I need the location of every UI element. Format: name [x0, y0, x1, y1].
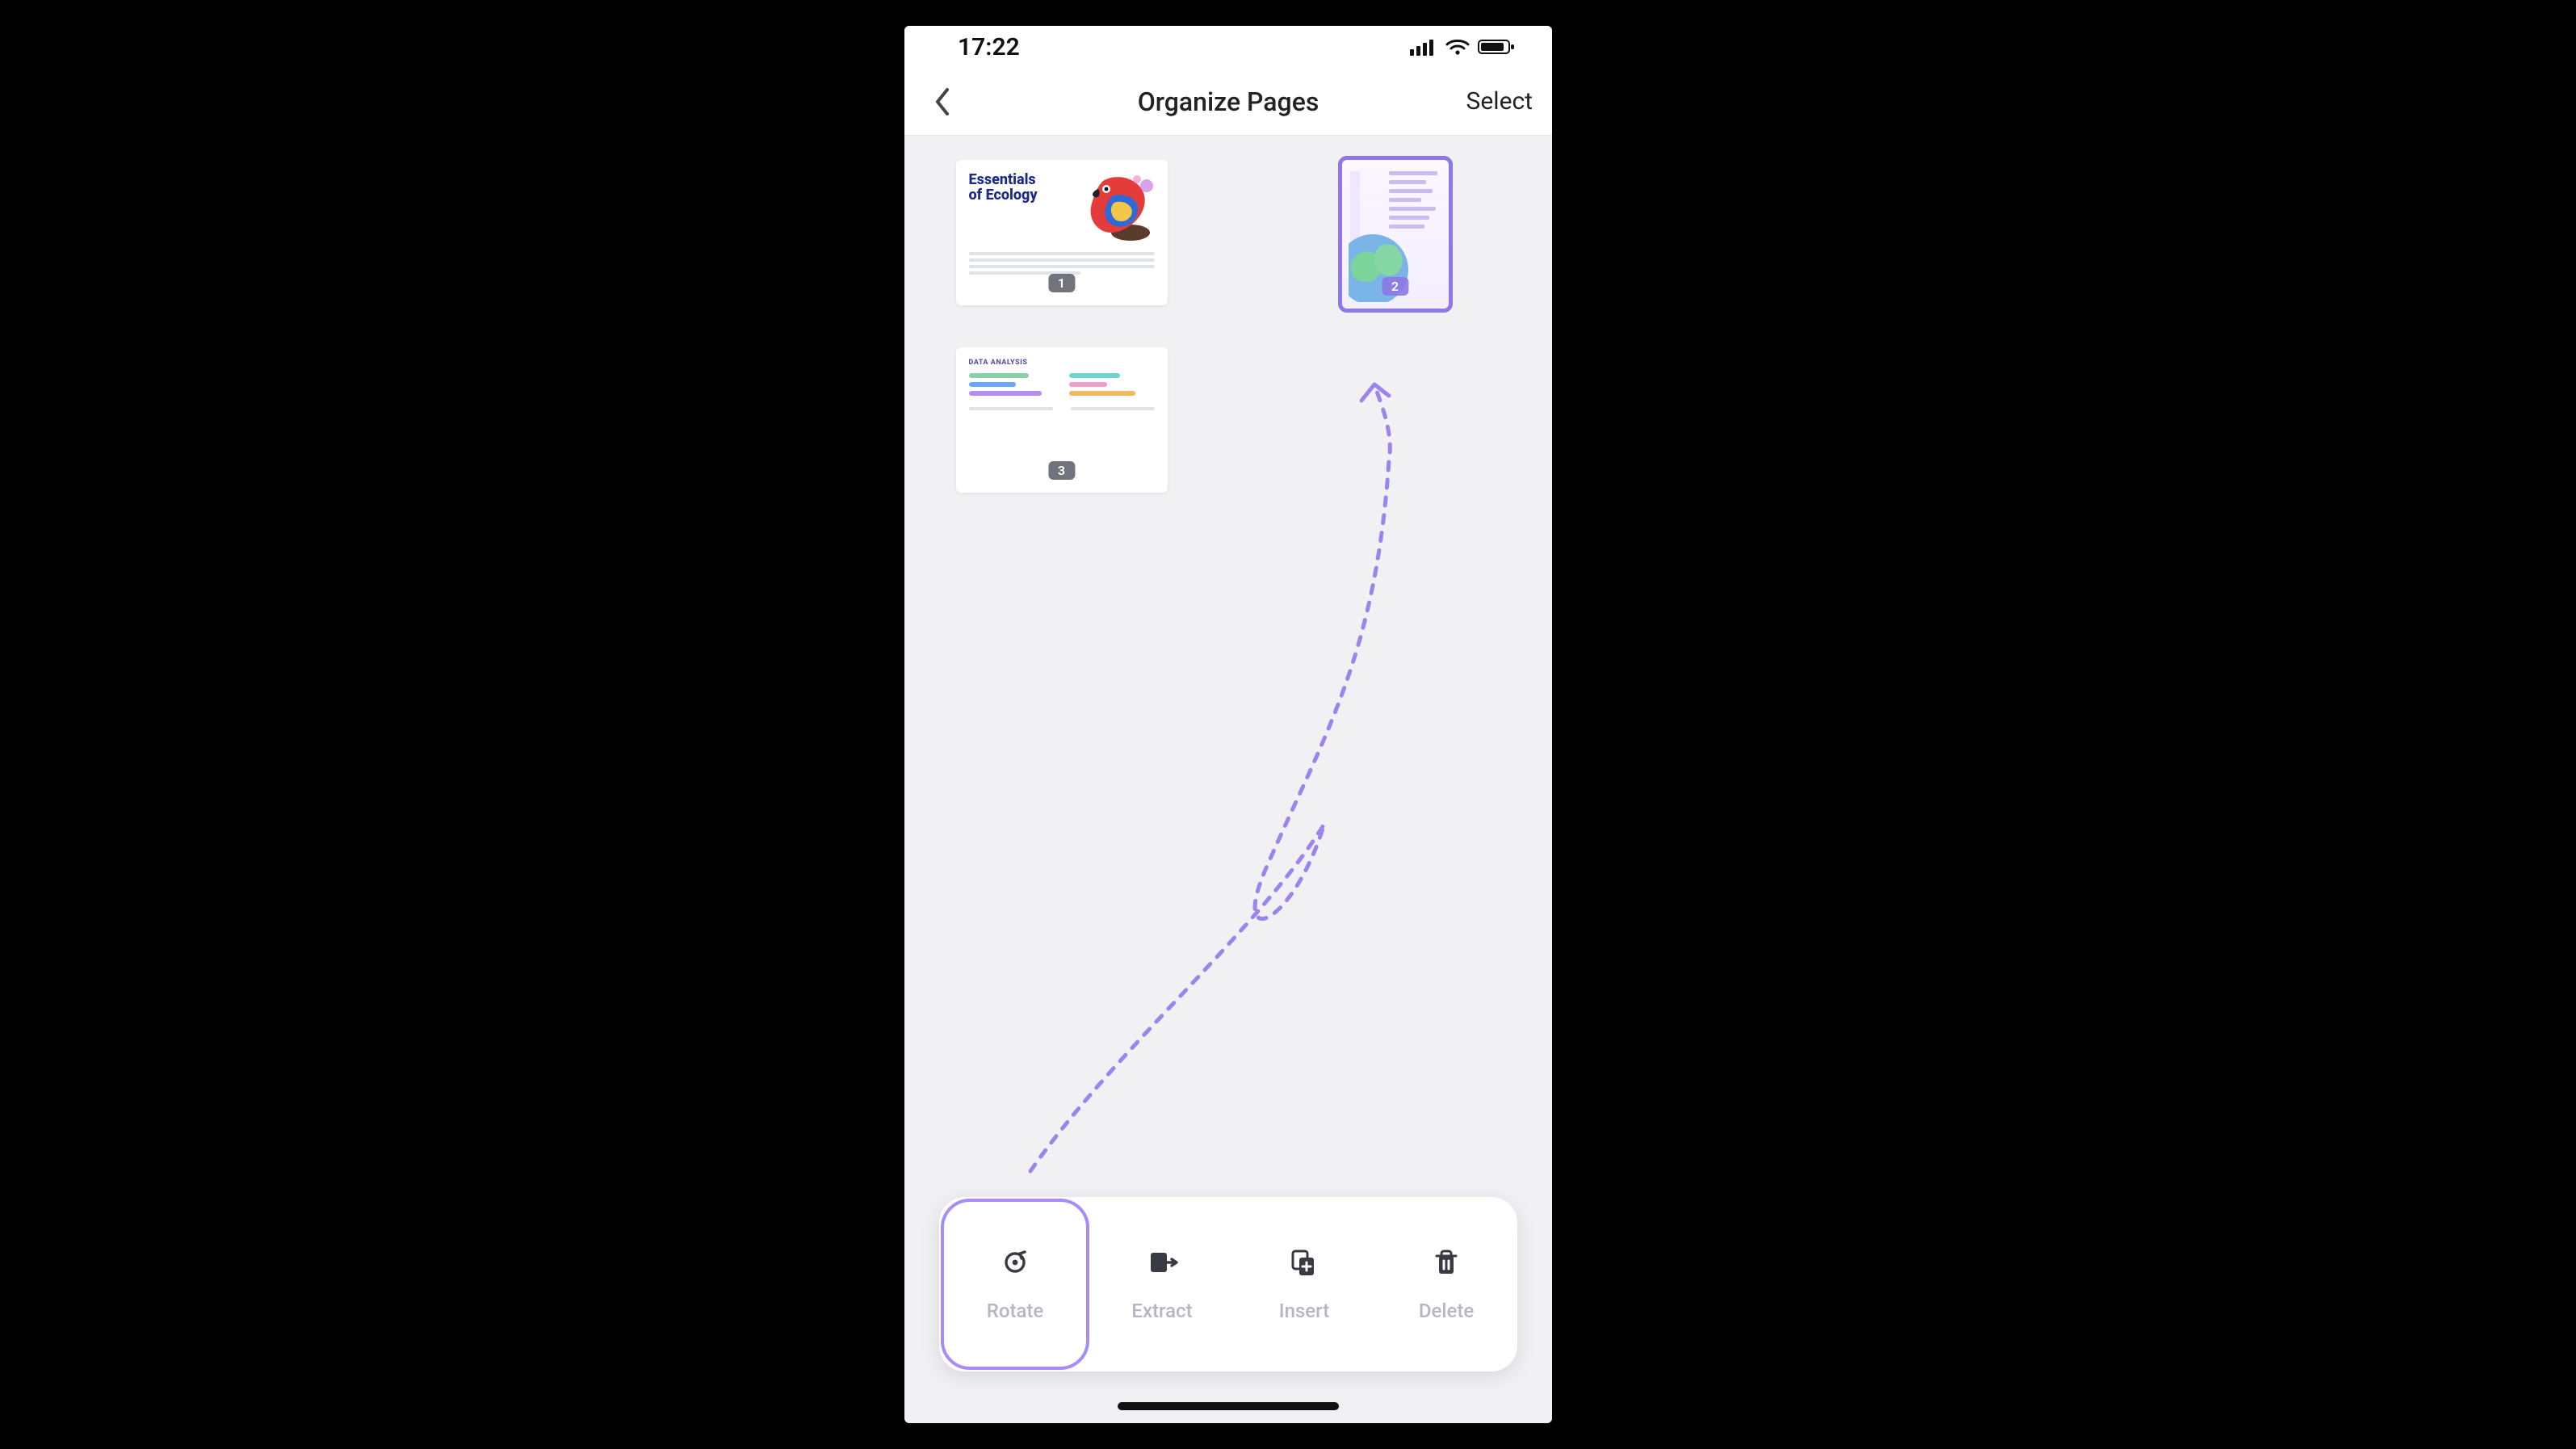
home-indicator [1118, 1402, 1339, 1410]
page-number-badge: 3 [1048, 461, 1075, 480]
select-button[interactable]: Select [1466, 87, 1533, 116]
page-thumbnail-1[interactable]: Essentials of Ecology [956, 160, 1168, 305]
extract-label: Extract [1131, 1300, 1192, 1322]
insert-icon [1288, 1246, 1320, 1279]
wifi-icon [1445, 38, 1470, 56]
page-number-badge: 1 [1048, 274, 1075, 292]
delete-button[interactable]: Delete [1375, 1197, 1517, 1371]
rotate-label: Rotate [987, 1300, 1044, 1322]
rotate-button[interactable]: Rotate [941, 1199, 1089, 1370]
parrot-illustration-icon [1074, 173, 1155, 246]
status-bar: 17:22 [904, 26, 1552, 68]
toolbar: Rotate Extract Insert Delete [939, 1197, 1517, 1371]
battery-icon [1478, 38, 1515, 56]
cellular-icon [1410, 38, 1437, 56]
delete-label: Delete [1419, 1300, 1474, 1322]
rotate-icon [999, 1246, 1031, 1279]
page-3-title: DATA ANALYSIS [969, 359, 1155, 367]
trash-icon [1430, 1246, 1462, 1279]
extract-button[interactable]: Extract [1091, 1197, 1233, 1371]
page-1-title: Essentials of Ecology [969, 173, 1066, 246]
nav-bar: Organize Pages Select [904, 68, 1552, 136]
insert-label: Insert [1279, 1300, 1329, 1322]
page-number-badge: 2 [1382, 277, 1408, 296]
page-thumbnail-3[interactable]: DATA ANALYSIS 3 [956, 347, 1168, 493]
back-button[interactable] [924, 84, 959, 120]
page-thumbnail-2[interactable]: 2 [1342, 160, 1449, 309]
extract-icon [1146, 1246, 1178, 1279]
clock: 17:22 [958, 33, 1020, 61]
chevron-left-icon [933, 86, 950, 117]
insert-button[interactable]: Insert [1233, 1197, 1375, 1371]
page-title: Organize Pages [904, 86, 1552, 117]
